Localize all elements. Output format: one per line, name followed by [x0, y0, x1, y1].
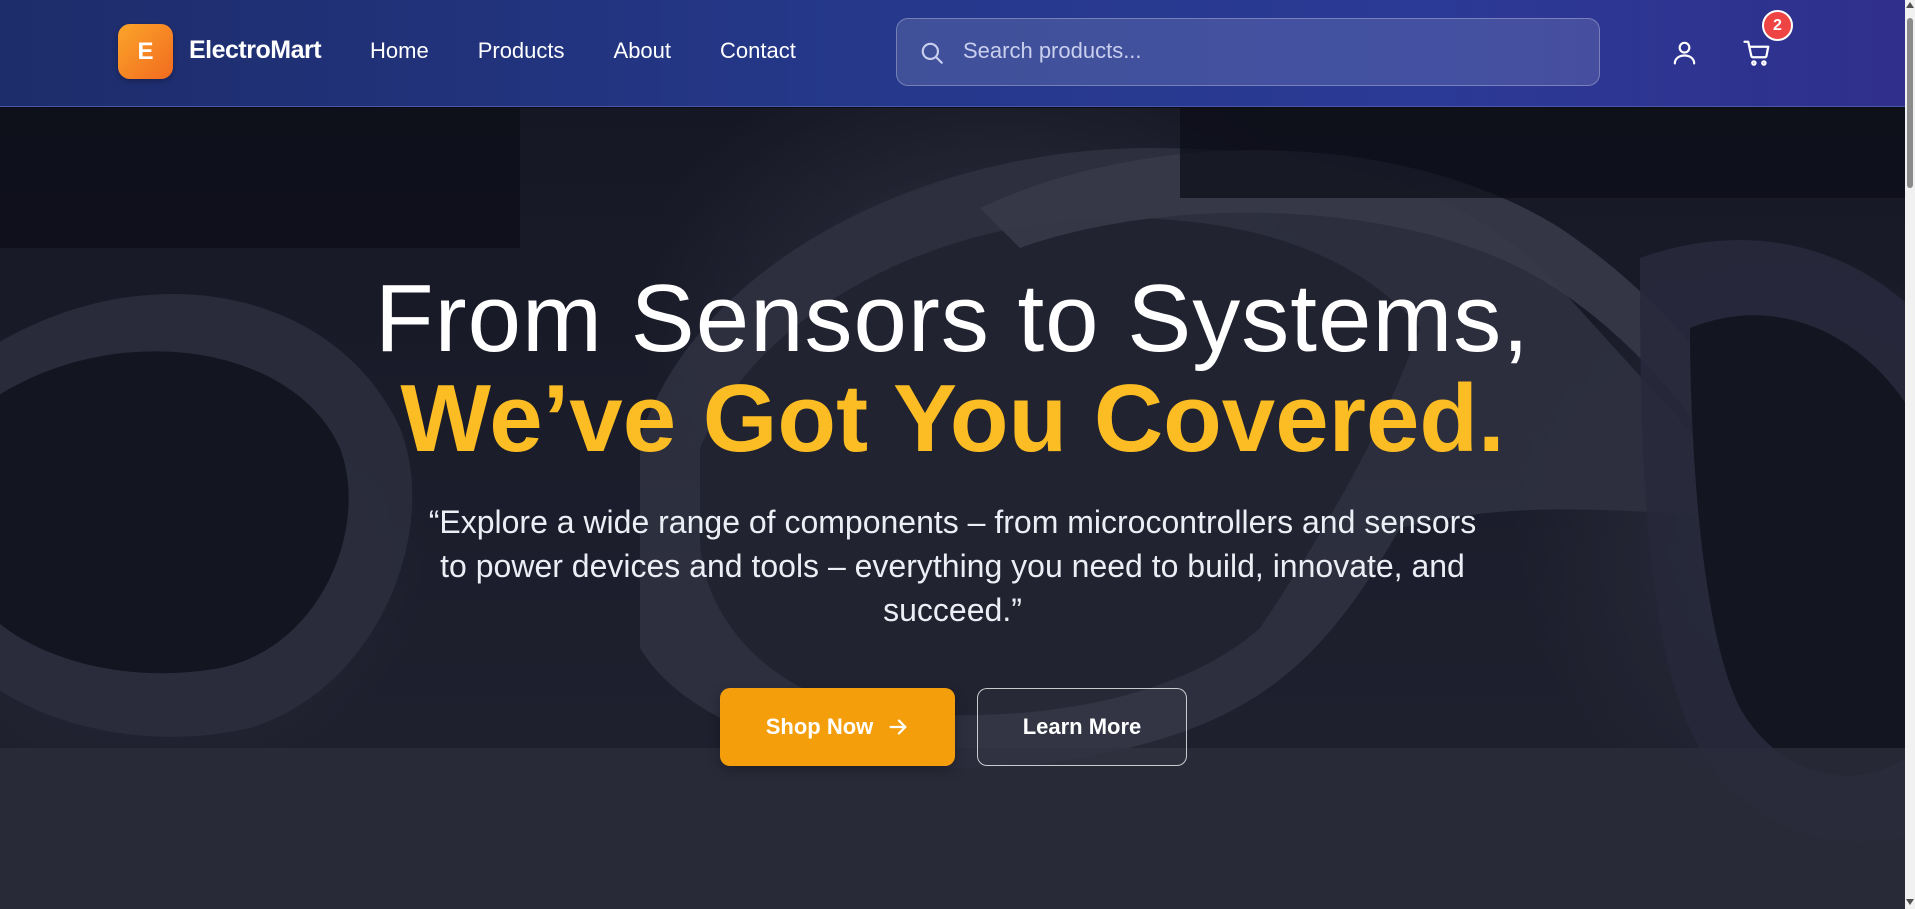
scrollbar-thumb[interactable] — [1907, 18, 1913, 188]
nav-item-home[interactable]: Home — [370, 38, 429, 64]
search-input[interactable] — [963, 19, 1573, 83]
scroll-up-arrow-icon[interactable] — [1906, 2, 1914, 8]
user-icon[interactable] — [1670, 38, 1699, 67]
scroll-down-arrow-icon[interactable] — [1906, 899, 1914, 905]
learn-more-label: Learn More — [1022, 714, 1142, 739]
hero-section: From Sensors to Systems, We’ve Got You C… — [0, 108, 1905, 909]
shop-now-label: Shop Now — [765, 714, 874, 739]
hero-title-line-1: From Sensors to Systems, — [375, 265, 1530, 372]
arrow-right-icon — [889, 719, 907, 735]
shop-now-button[interactable]: Shop Now — [720, 688, 955, 766]
site-header: E ElectroMart Home Products About Contac… — [0, 0, 1905, 107]
cart-icon[interactable] — [1742, 38, 1772, 68]
hero-subtitle: “Explore a wide range of components – fr… — [428, 504, 1477, 628]
main-nav: Home Products About Contact — [370, 38, 845, 64]
search-icon — [921, 42, 943, 64]
brand-name[interactable]: ElectroMart — [189, 36, 322, 65]
hero-title-line-2: We’ve Got You Covered. — [400, 365, 1505, 472]
learn-more-button[interactable]: Learn More — [977, 688, 1187, 766]
nav-item-about[interactable]: About — [614, 38, 672, 64]
nav-item-contact[interactable]: Contact — [720, 38, 796, 64]
cart-count-badge: 2 — [1762, 10, 1793, 41]
search-box — [896, 18, 1600, 86]
nav-item-products[interactable]: Products — [478, 38, 565, 64]
logo-badge[interactable]: E — [118, 24, 173, 79]
